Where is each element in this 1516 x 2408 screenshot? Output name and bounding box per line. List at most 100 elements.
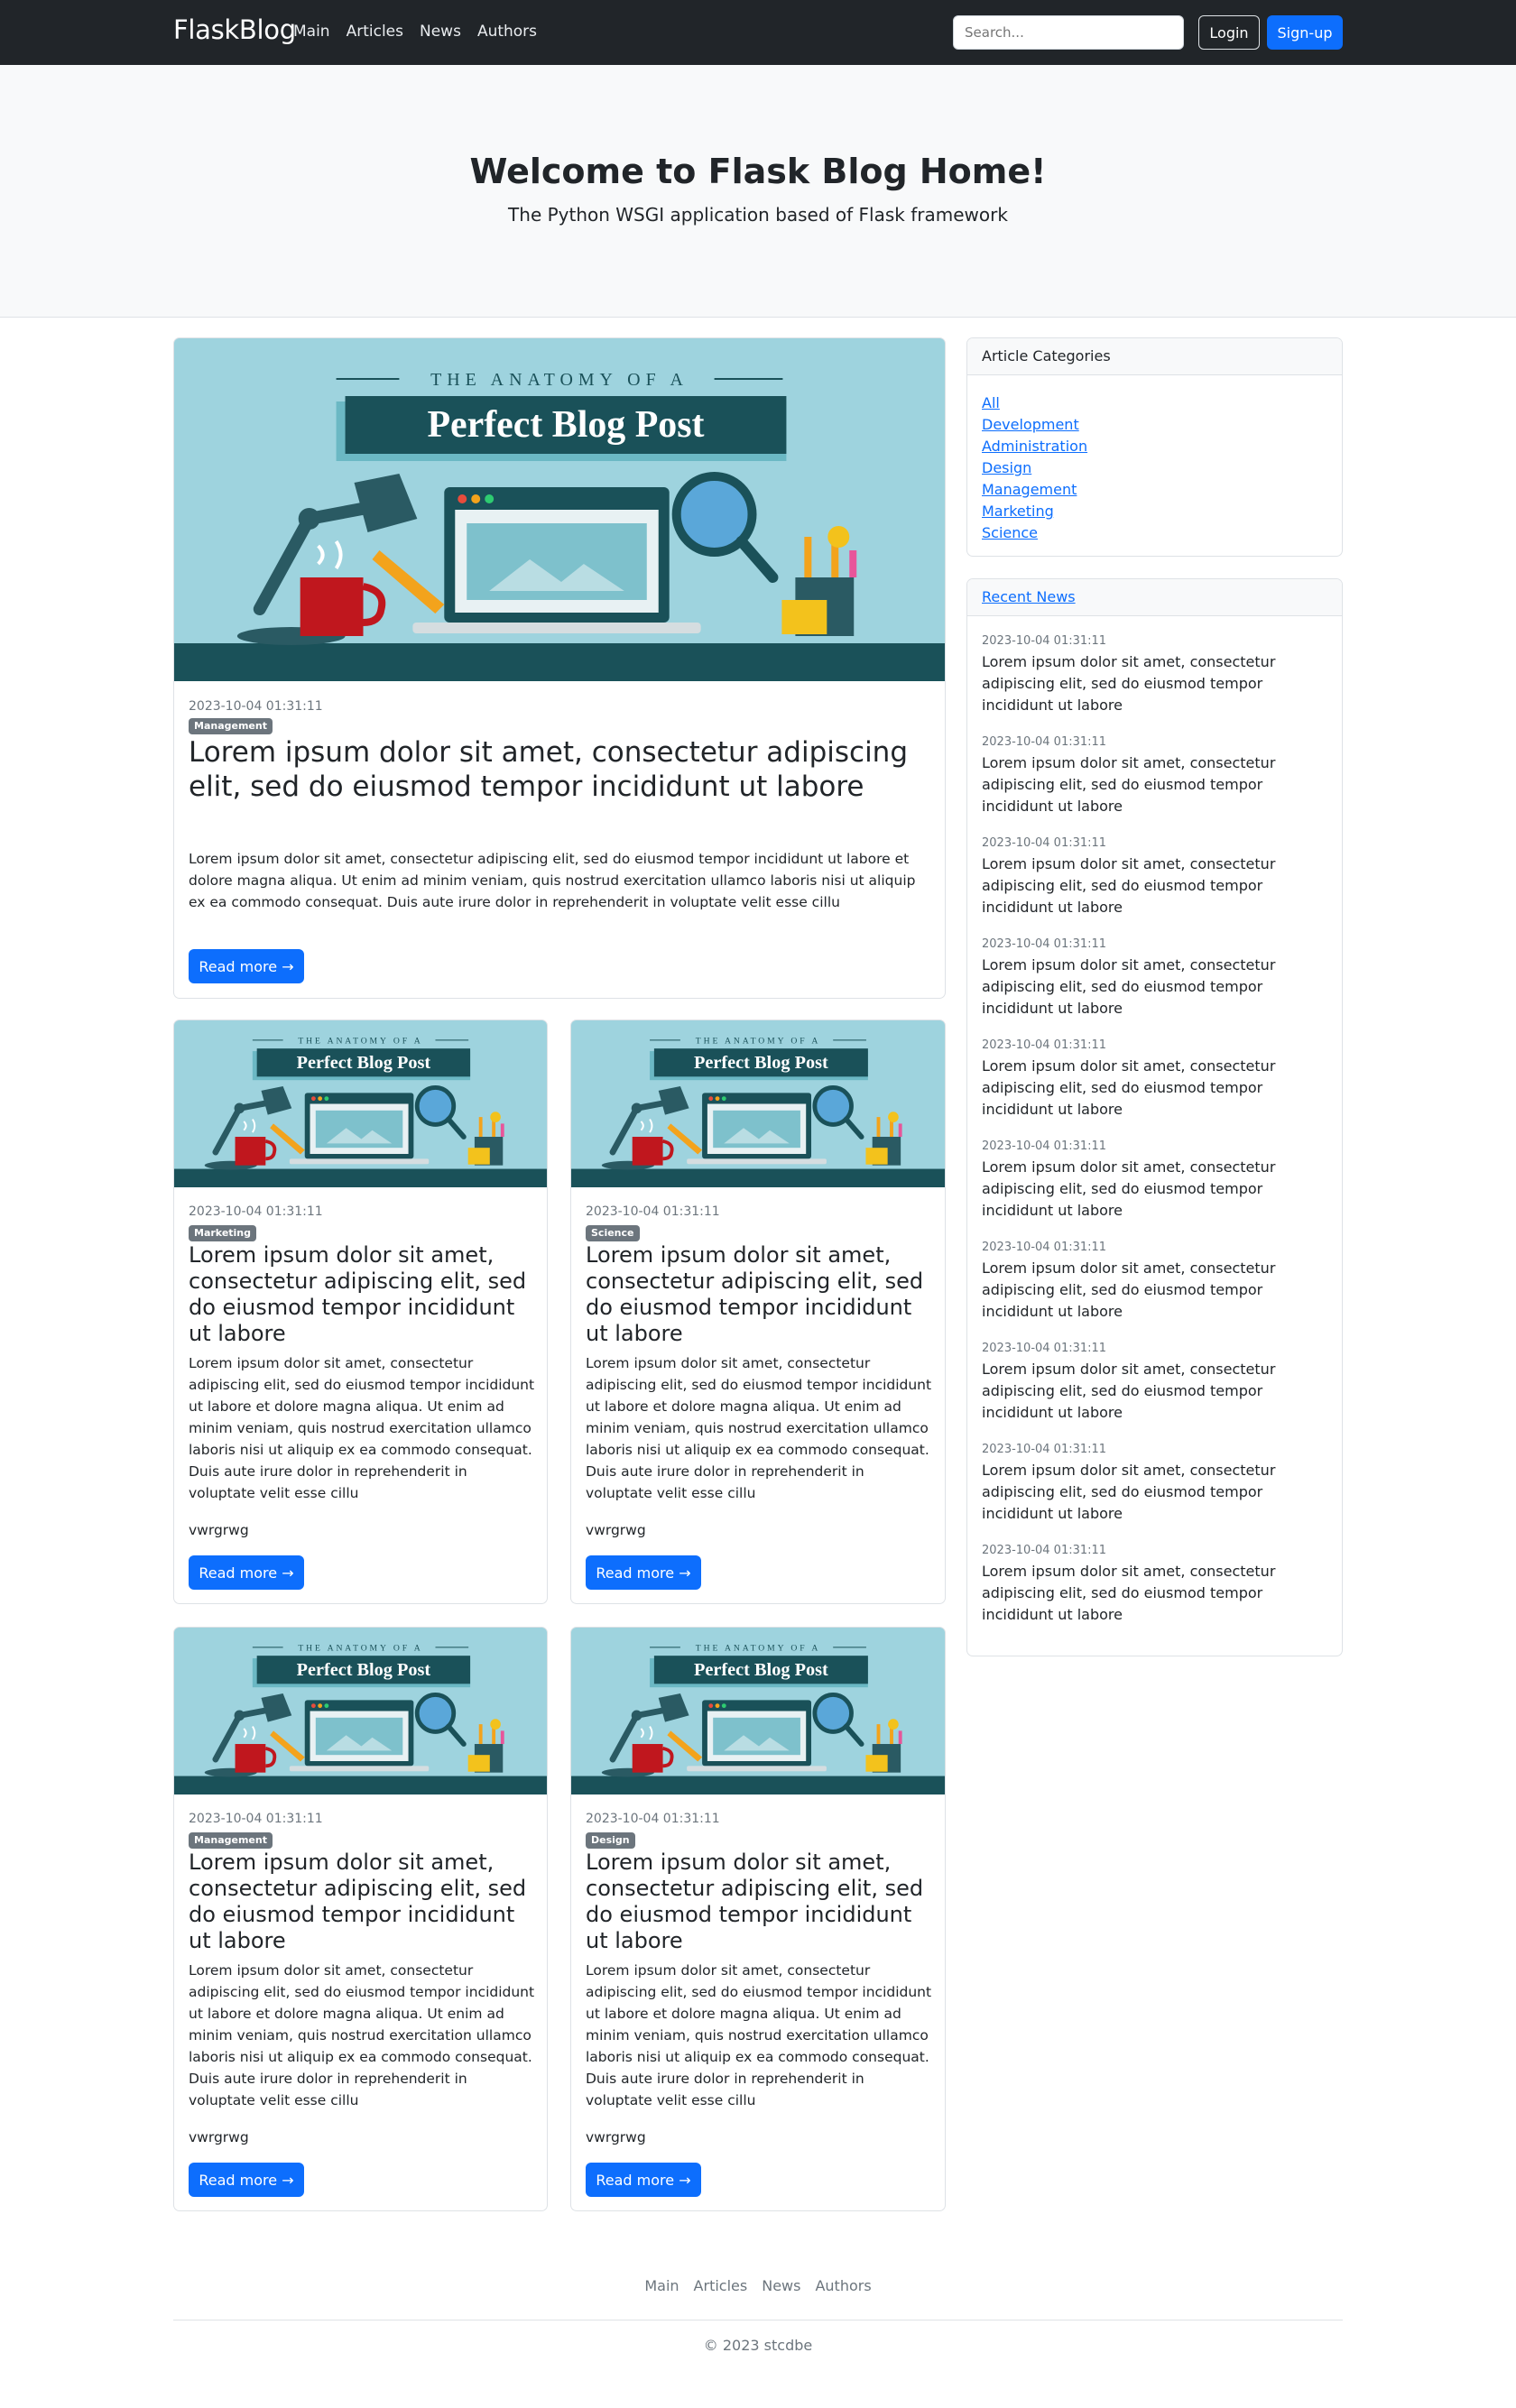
blog-post-illustration: THE ANATOMY OF A Perfect Blog Post [571, 1020, 945, 1187]
post-image[interactable]: THE ANATOMY OF A Perfect Blog Post [174, 1020, 547, 1187]
post-title[interactable]: Lorem ipsum dolor sit amet, consectetur … [189, 1242, 536, 1347]
read-more-button[interactable]: Read more → [189, 2163, 304, 2197]
category-link-all[interactable]: All [982, 392, 1087, 414]
category-badge: Science [586, 1225, 640, 1241]
footer-link-main[interactable]: Main [644, 2277, 679, 2294]
read-more-button[interactable]: Read more → [586, 1555, 701, 1590]
signup-button[interactable]: Sign-up [1267, 15, 1343, 50]
news-item[interactable]: 2023-10-04 01:31:11 Lorem ipsum dolor sit… [982, 634, 1336, 716]
post-timestamp: 2023-10-04 01:31:11 [586, 1812, 720, 1826]
recent-news-header: Recent News [967, 579, 1342, 616]
post-title[interactable]: Lorem ipsum dolor sit amet, consectetur … [189, 735, 929, 804]
news-timestamp: 2023-10-04 01:31:11 [982, 1038, 1107, 1052]
hero-subtitle: The Python WSGI application based of Fla… [508, 204, 1008, 226]
post-card: THE ANATOMY OF A Perfect Blog Post 2023-… [173, 1627, 548, 2211]
blog-post-illustration: THE ANATOMY OF A Perfect Blog Post [174, 1020, 547, 1187]
footer-link-articles[interactable]: Articles [694, 2277, 748, 2294]
read-more-button[interactable]: Read more → [586, 2163, 701, 2197]
svg-text:Perfect Blog Post: Perfect Blog Post [297, 1660, 431, 1680]
brand-logo[interactable]: FlaskBlog [173, 14, 296, 45]
post-image[interactable]: THE ANATOMY OF A Perfect Blog Post [571, 1628, 945, 1794]
news-text: Lorem ipsum dolor sit amet, consectetur … [982, 1259, 1276, 1320]
hero-section: Welcome to Flask Blog Home! The Python W… [0, 65, 1516, 318]
post-title[interactable]: Lorem ipsum dolor sit amet, consectetur … [189, 1850, 536, 1954]
post-title[interactable]: Lorem ipsum dolor sit amet, consectetur … [586, 1850, 933, 1954]
footer-link-news[interactable]: News [762, 2277, 800, 2294]
news-text: Lorem ipsum dolor sit amet, consectetur … [982, 956, 1276, 1017]
categories-title: Article Categories [967, 338, 1342, 375]
post-image[interactable]: THE ANATOMY OF A Perfect Blog Post [571, 1020, 945, 1187]
news-timestamp: 2023-10-04 01:31:11 [982, 1241, 1107, 1254]
news-text: Lorem ipsum dolor sit amet, consectetur … [982, 653, 1276, 714]
read-more-button[interactable]: Read more → [189, 1555, 304, 1590]
news-timestamp: 2023-10-04 01:31:11 [982, 1443, 1107, 1456]
news-item[interactable]: 2023-10-04 01:31:11 Lorem ipsum dolor sit… [982, 1342, 1336, 1424]
news-item[interactable]: 2023-10-04 01:31:11 Lorem ipsum dolor sit… [982, 1139, 1336, 1222]
news-timestamp: 2023-10-04 01:31:11 [982, 634, 1107, 648]
hero-title: Welcome to Flask Blog Home! [469, 152, 1047, 191]
news-item[interactable]: 2023-10-04 01:31:11 Lorem ipsum dolor sit… [982, 1443, 1336, 1525]
category-link-management[interactable]: Management [982, 479, 1087, 501]
news-item[interactable]: 2023-10-04 01:31:11 Lorem ipsum dolor sit… [982, 836, 1336, 918]
news-text: Lorem ipsum dolor sit amet, consectetur … [982, 855, 1276, 916]
category-badge: Management [189, 1832, 273, 1849]
svg-text:THE ANATOMY OF A: THE ANATOMY OF A [696, 1036, 820, 1046]
category-badge: Design [586, 1832, 635, 1849]
category-badge: Marketing [189, 1225, 257, 1241]
category-badge: Management [189, 718, 273, 734]
category-link-development[interactable]: Development [982, 414, 1087, 436]
footer-link-authors[interactable]: Authors [815, 2277, 871, 2294]
svg-text:THE ANATOMY OF A: THE ANATOMY OF A [696, 1643, 820, 1653]
post-card: THE ANATOMY OF A Perfect Blog Post 2023-… [570, 1019, 946, 1604]
post-timestamp: 2023-10-04 01:31:11 [189, 1204, 323, 1219]
copyright-text: © 2023 stcdbe [703, 2337, 813, 2354]
blog-post-illustration: THE ANATOMY OF A Perfect Blog Post [174, 1628, 547, 1794]
nav-link-main[interactable]: Main [293, 23, 330, 41]
blog-post-illustration: THE ANATOMY OF A Perfect Blog Post [571, 1628, 945, 1794]
post-image[interactable]: THE ANATOMY OF A Perfect Blog Post [174, 1628, 547, 1794]
read-more-button[interactable]: Read more → [189, 949, 304, 983]
post-timestamp: 2023-10-04 01:31:11 [586, 1204, 720, 1219]
login-button[interactable]: Login [1198, 15, 1260, 50]
news-item[interactable]: 2023-10-04 01:31:11 Lorem ipsum dolor sit… [982, 735, 1336, 817]
post-excerpt: Lorem ipsum dolor sit amet, consectetur … [586, 1962, 932, 2108]
categories-panel: Article Categories All Development Admin… [966, 337, 1343, 557]
news-item[interactable]: 2023-10-04 01:31:11 Lorem ipsum dolor sit… [982, 1038, 1336, 1121]
svg-text:Perfect Blog Post: Perfect Blog Post [694, 1660, 828, 1680]
nav-link-news[interactable]: News [420, 23, 461, 41]
news-text: Lorem ipsum dolor sit amet, consectetur … [982, 754, 1276, 815]
news-text: Lorem ipsum dolor sit amet, consectetur … [982, 1361, 1276, 1421]
news-text: Lorem ipsum dolor sit amet, consectetur … [982, 1563, 1276, 1623]
news-item[interactable]: 2023-10-04 01:31:11 Lorem ipsum dolor sit… [982, 1241, 1336, 1323]
svg-text:THE ANATOMY OF A: THE ANATOMY OF A [298, 1643, 422, 1653]
post-title[interactable]: Lorem ipsum dolor sit amet, consectetur … [586, 1242, 933, 1347]
featured-post-image[interactable]: THE ANATOMY OF A Perfect Blog Post [174, 338, 945, 681]
category-link-marketing[interactable]: Marketing [982, 501, 1087, 522]
svg-text:THE ANATOMY OF A: THE ANATOMY OF A [298, 1036, 422, 1046]
recent-news-panel: Recent News 2023-10-04 01:31:11 Lorem ips… [966, 578, 1343, 1656]
category-link-design[interactable]: Design [982, 457, 1087, 479]
nav-link-authors[interactable]: Authors [477, 23, 537, 41]
news-item[interactable]: 2023-10-04 01:31:11 Lorem ipsum dolor sit… [982, 937, 1336, 1019]
post-excerpt: Lorem ipsum dolor sit amet, consectetur … [189, 1962, 535, 2108]
post-card: THE ANATOMY OF A Perfect Blog Post 2023-… [570, 1627, 946, 2211]
post-timestamp: 2023-10-04 01:31:11 [189, 699, 323, 714]
blog-post-illustration: THE ANATOMY OF A Perfect Blog Post [174, 338, 945, 681]
news-text: Lorem ipsum dolor sit amet, consectetur … [982, 1057, 1276, 1118]
news-timestamp: 2023-10-04 01:31:11 [982, 1139, 1107, 1153]
svg-text:Perfect Blog Post: Perfect Blog Post [297, 1053, 431, 1073]
news-item[interactable]: 2023-10-04 01:31:11 Lorem ipsum dolor sit… [982, 1544, 1336, 1626]
post-extra-text: vwrgrwg [586, 1522, 646, 1538]
categories-list: All Development Administration Design Ma… [982, 392, 1087, 544]
top-navbar: FlaskBlog Main Articles News Authors Log… [0, 0, 1516, 65]
nav-link-articles[interactable]: Articles [347, 23, 403, 41]
post-card: THE ANATOMY OF A Perfect Blog Post 2023-… [173, 1019, 548, 1604]
category-link-science[interactable]: Science [982, 522, 1087, 544]
search-input[interactable] [953, 15, 1184, 50]
svg-text:THE ANATOMY OF A: THE ANATOMY OF A [430, 370, 689, 390]
category-link-administration[interactable]: Administration [982, 436, 1087, 457]
recent-news-link[interactable]: Recent News [982, 588, 1076, 605]
footer-links: Main Articles News Authors [0, 2277, 1516, 2294]
post-excerpt: Lorem ipsum dolor sit amet, consectetur … [189, 851, 916, 910]
svg-text:Perfect Blog Post: Perfect Blog Post [694, 1053, 828, 1073]
